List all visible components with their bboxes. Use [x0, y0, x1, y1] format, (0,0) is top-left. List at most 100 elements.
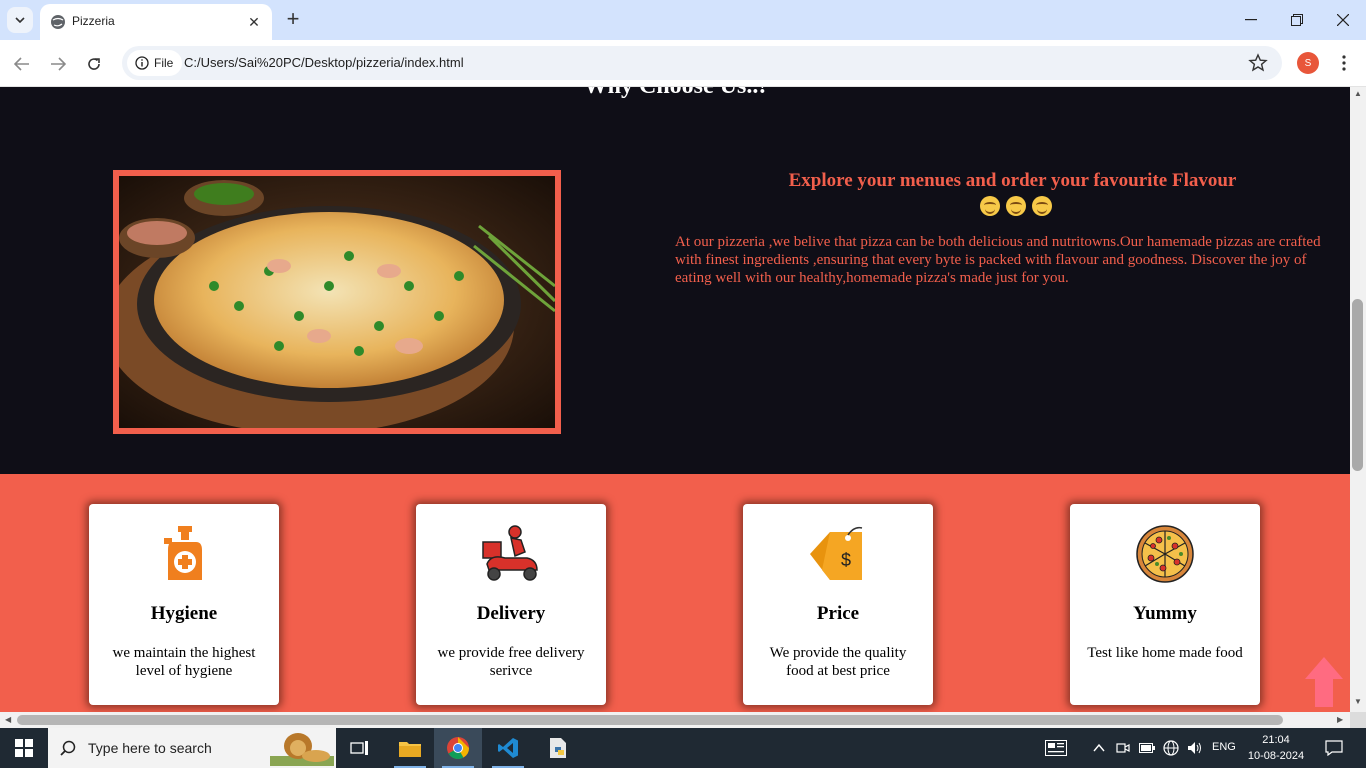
news-icon — [1045, 740, 1067, 756]
tab-search-button[interactable] — [7, 7, 33, 33]
reload-button[interactable] — [80, 50, 108, 78]
show-hidden-icons-chevron-icon[interactable] — [1089, 738, 1109, 758]
horizontal-scrollbar[interactable]: ◀ ▶ — [0, 712, 1350, 728]
close-icon — [1337, 14, 1349, 26]
feature-card-price: $ Price We provide the quality food at b… — [743, 504, 933, 705]
task-view-button[interactable] — [336, 728, 384, 768]
sanitizer-bottle-icon — [164, 526, 202, 580]
browser-menu-button[interactable] — [1334, 52, 1354, 74]
meet-now-icon[interactable] — [1113, 738, 1133, 758]
scroll-up-arrow-icon[interactable]: ▲ — [1354, 89, 1362, 98]
close-tab-icon[interactable]: ✕ — [244, 12, 264, 32]
tab-title: Pizzeria — [72, 14, 115, 28]
feature-title: Yummy — [1133, 603, 1197, 624]
feature-card-hygiene: Hygiene we maintain the highest level of… — [89, 504, 279, 705]
feature-card-delivery: Delivery we provide free delivery serivc… — [416, 504, 606, 705]
explore-title-text: Explore your menues and order your favou… — [788, 170, 1237, 191]
smiling-emoji-icon — [1005, 196, 1026, 216]
network-icon[interactable] — [1161, 738, 1181, 758]
notifications-icon[interactable] — [1323, 738, 1345, 758]
feature-card-yummy: Yummy Test like home made food — [1070, 504, 1260, 705]
search-icon — [60, 740, 76, 756]
pizza-photo-illustration — [119, 176, 555, 428]
clock-time: 21:04 — [1262, 734, 1290, 746]
chevron-down-icon — [15, 17, 25, 23]
news-widget-icon[interactable] — [1044, 738, 1068, 758]
minimize-icon — [1245, 19, 1257, 21]
bookmark-star-icon[interactable] — [1248, 53, 1268, 73]
battery-level-icon — [1139, 743, 1155, 753]
svg-text:$: $ — [841, 550, 851, 570]
price-tag-icon: $ — [810, 526, 863, 580]
more-vertical-icon — [1342, 55, 1346, 71]
smiling-emoji-icon — [1031, 196, 1052, 216]
features-section: Hygiene we maintain the highest level of… — [0, 474, 1350, 712]
folder-icon — [399, 742, 421, 757]
search-placeholder: Type here to search — [88, 740, 212, 756]
restore-button[interactable] — [1274, 0, 1320, 40]
windows-taskbar: Type here to search ENG 21:04 10-08-2024 — [0, 728, 1366, 768]
scroll-to-top-arrow-icon[interactable] — [1305, 657, 1343, 707]
pizza-icon — [1136, 525, 1194, 583]
chevron-up-icon — [1093, 744, 1105, 752]
vertical-scrollbar[interactable]: ▲ ▼ — [1350, 87, 1366, 712]
vertical-scroll-thumb[interactable] — [1352, 299, 1363, 471]
chat-bubble-icon — [1325, 740, 1343, 756]
file-explorer-button[interactable] — [386, 728, 434, 768]
page-viewport: Why Choose Us..! — [0, 87, 1350, 712]
scroll-left-arrow-icon[interactable]: ◀ — [5, 715, 11, 724]
battery-icon[interactable] — [1137, 738, 1157, 758]
browser-tab-pizzeria[interactable]: Pizzeria ✕ — [40, 4, 272, 40]
profile-avatar[interactable]: S — [1297, 52, 1319, 74]
python-app-button[interactable] — [534, 728, 582, 768]
restore-icon — [1291, 14, 1303, 26]
scheme-label: File — [154, 56, 174, 70]
scrollbar-corner — [1350, 712, 1366, 728]
smiling-emoji-icon — [979, 196, 1000, 216]
python-file-icon — [550, 738, 566, 758]
pizza-image — [113, 170, 561, 434]
back-arrow-icon — [14, 57, 29, 71]
new-tab-button[interactable]: + — [282, 8, 304, 32]
explore-title: Explore your menues and order your favou… — [785, 167, 1240, 221]
url-text[interactable]: C:/Users/Sai%20PC/Desktop/pizzeria/index… — [184, 55, 464, 70]
camera-icon — [1116, 743, 1130, 753]
feature-description: We provide the quality food at best pric… — [769, 645, 907, 679]
search-highlight-lion-icon — [270, 733, 334, 766]
section-heading: Why Choose Us..! — [0, 87, 1350, 100]
minimize-button[interactable] — [1228, 0, 1274, 40]
address-bar[interactable]: File C:/Users/Sai%20PC/Desktop/pizzeria/… — [122, 46, 1282, 80]
feature-description: Test like home made food — [1087, 645, 1243, 661]
speaker-icon — [1188, 742, 1201, 754]
taskbar-search-box[interactable]: Type here to search — [48, 728, 336, 768]
close-window-button[interactable] — [1320, 0, 1366, 40]
globe-icon — [51, 15, 65, 29]
back-button[interactable] — [8, 50, 36, 78]
feature-title: Hygiene — [150, 603, 218, 624]
forward-arrow-icon — [51, 57, 66, 71]
system-clock[interactable]: 21:04 10-08-2024 — [1246, 732, 1306, 764]
tab-strip: Pizzeria ✕ + — [0, 0, 1366, 40]
globe-network-icon — [1163, 740, 1179, 756]
explore-description: At our pizzeria ,we belive that pizza ca… — [675, 234, 1321, 286]
feature-title: Delivery — [476, 603, 546, 624]
task-view-icon — [350, 741, 368, 755]
vscode-button[interactable] — [484, 728, 532, 768]
scroll-right-arrow-icon[interactable]: ▶ — [1337, 715, 1343, 724]
clock-date: 10-08-2024 — [1247, 750, 1305, 762]
feature-title: Price — [816, 603, 860, 624]
volume-icon[interactable] — [1185, 738, 1205, 758]
reload-icon — [88, 58, 100, 70]
site-info-chip[interactable]: File — [127, 50, 183, 76]
input-language[interactable]: ENG — [1212, 741, 1236, 753]
horizontal-scroll-thumb[interactable] — [17, 715, 1283, 725]
windows-logo-icon — [15, 739, 33, 757]
info-icon — [135, 56, 149, 70]
chrome-icon — [447, 737, 469, 759]
start-button[interactable] — [0, 728, 48, 768]
forward-button[interactable] — [44, 50, 72, 78]
feature-description: we provide free delivery serivce — [437, 645, 585, 679]
browser-toolbar: File C:/Users/Sai%20PC/Desktop/pizzeria/… — [0, 40, 1366, 87]
scroll-down-arrow-icon[interactable]: ▼ — [1354, 697, 1362, 706]
chrome-button[interactable] — [434, 728, 482, 768]
